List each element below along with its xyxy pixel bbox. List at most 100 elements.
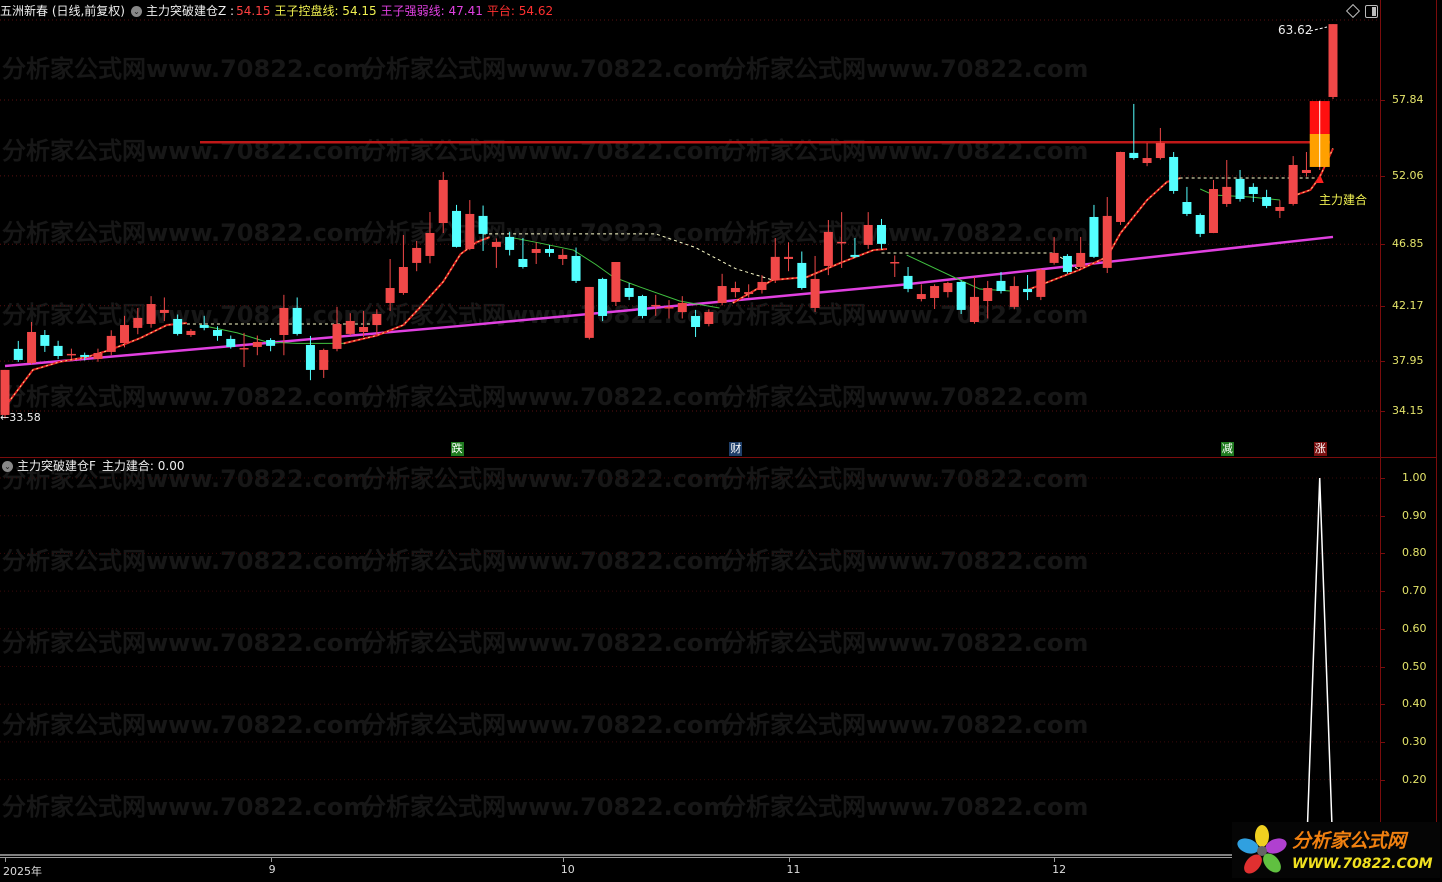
indicator-tick-mark [1380,591,1385,593]
candle [664,307,674,309]
candle [252,341,262,347]
candle [810,278,820,308]
candle [186,330,196,336]
candle [903,275,913,289]
candle [478,215,488,234]
flower-logo-icon [1237,825,1287,874]
candle [637,296,647,316]
candle [226,338,236,347]
candle [1222,186,1232,204]
right-axis-border [1380,0,1381,858]
indicator-tick-label: 0.80 [1402,546,1427,560]
price-tick-label: 42.17 [1392,298,1424,312]
candle [1248,186,1258,195]
candle [133,317,143,328]
panel-divider [0,457,1437,458]
candle [837,241,847,244]
candle [1076,252,1086,267]
candle [1102,215,1112,268]
event-marker: 财 [729,442,743,456]
candle [80,354,90,357]
candle [996,280,1006,292]
indicator-tick-mark [1380,553,1385,555]
candle [677,302,687,313]
event-marker: 跌 [450,442,464,456]
indicator-tick-mark [1380,515,1385,517]
site-logo: 分析家公式网 WWW.70822.COM [1232,822,1440,878]
low-price-label: ←33.58 [0,411,41,424]
candle [27,331,37,363]
candle [319,349,329,370]
price-chart[interactable] [0,0,1380,458]
price-tick-label: 57.84 [1392,93,1424,106]
candle [173,318,183,334]
candle [1235,178,1245,199]
candle [425,232,435,256]
candle [876,224,886,244]
candle [544,249,554,253]
candle [438,179,448,224]
candle [279,307,289,336]
candle [452,210,462,247]
candle [518,258,528,267]
time-axis-border [0,857,1437,858]
indicator-tick-label: 0.30 [1402,734,1427,748]
event-marker: 减 [1220,442,1234,456]
candle [558,254,568,259]
candle [1089,216,1099,257]
candle [598,278,608,316]
indicator-tick-mark [1380,704,1385,706]
candle [292,307,302,334]
time-tick-label: 2025年 [3,865,42,878]
time-tick-mark [562,857,564,862]
candle [717,286,727,303]
price-tick-mark [1380,411,1385,412]
candle [969,296,979,323]
candle [106,335,116,352]
candle [266,339,276,346]
candle [704,312,714,324]
candle [757,281,767,290]
candle [571,255,581,281]
candle [730,288,740,293]
candle [956,281,966,310]
time-tick-mark [5,857,6,862]
indicator-tick-label: 0.90 [1402,508,1427,522]
candle [863,224,873,245]
time-tick-mark [1054,857,1056,862]
right-edge-border [1436,0,1437,858]
indicator-panel-value: 主力建合: 0.00 [101,459,185,473]
candle [1208,189,1218,233]
indicator-tick-label: 0.60 [1402,621,1427,635]
price-tick-label: 52.06 [1392,168,1424,182]
candle [345,320,355,334]
candle [305,344,315,370]
candle [531,249,541,253]
indicator-chart[interactable] [0,458,1380,858]
candle [1116,151,1126,222]
candle [744,292,754,295]
event-marker: 涨 [1313,442,1327,456]
indicator-tick-mark [1380,666,1385,668]
high-price-label: 63.62 [1278,23,1313,37]
candle [983,288,993,301]
candle [1169,156,1179,191]
candle [1142,158,1152,164]
candle [332,323,342,349]
candle [916,294,926,300]
price-tick-mark [1380,244,1385,246]
control-line-rise [732,248,887,304]
indicator-tick-label: 0.50 [1402,659,1427,673]
indicator-header: ⌄ 主力突破建仓F 主力建合: 0.00 [0,458,184,474]
candle [1262,197,1272,206]
candle [66,353,76,356]
candle [40,335,50,346]
logo-url: WWW.70822.COM [1292,856,1433,872]
indicator-tick-mark [1380,779,1385,781]
indicator-tick-mark [1380,741,1385,743]
candle [1288,164,1298,204]
indicator-tick-label: 0.70 [1402,584,1427,598]
indicator-menu-icon[interactable]: ⌄ [2,460,13,472]
candle [611,262,621,302]
time-tick-label: 11 [786,863,801,876]
